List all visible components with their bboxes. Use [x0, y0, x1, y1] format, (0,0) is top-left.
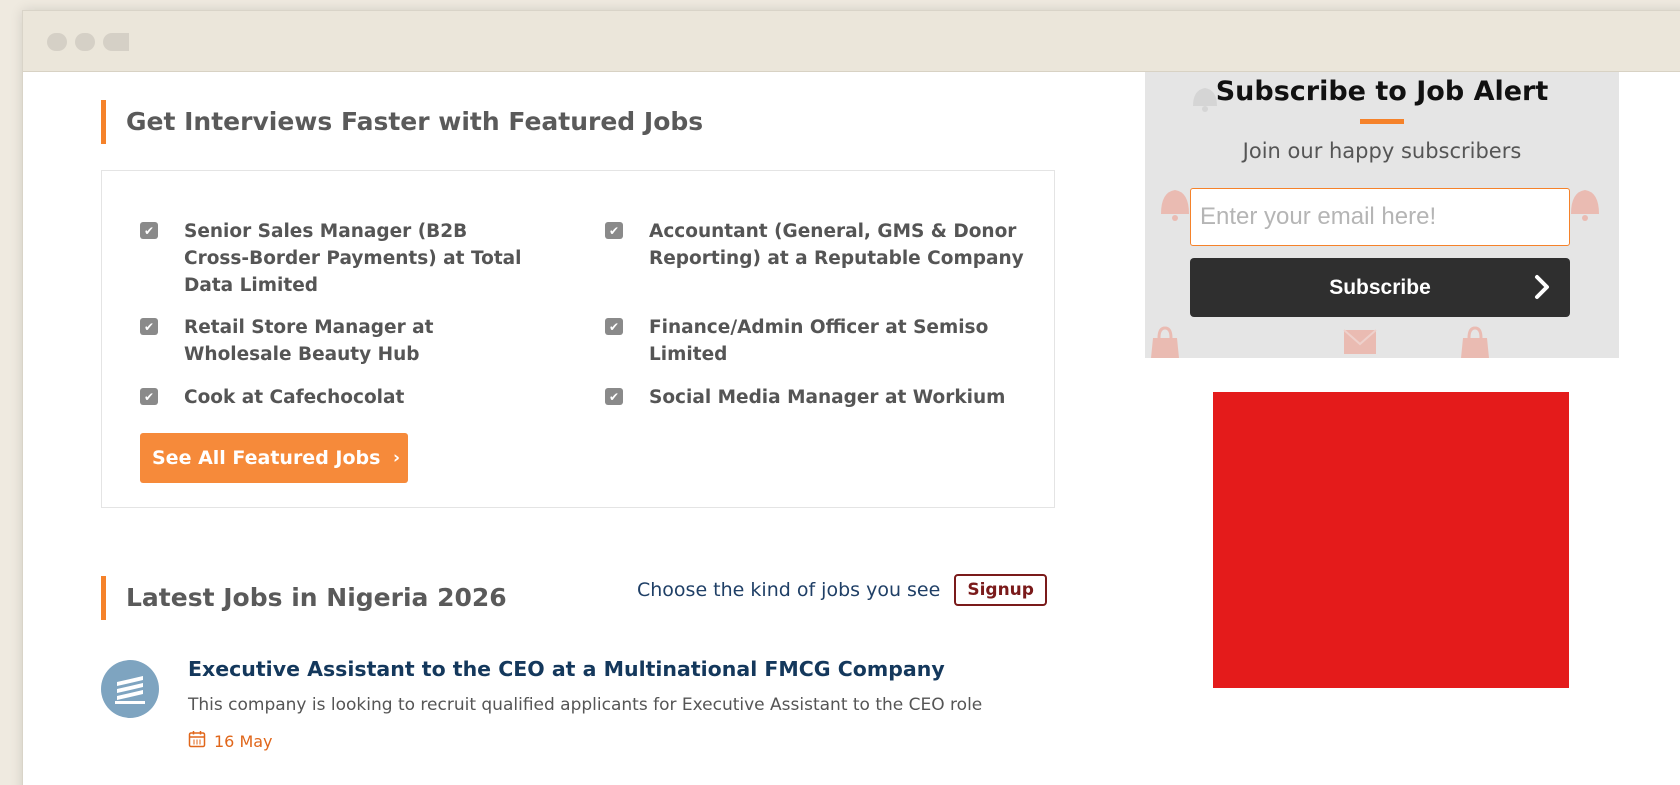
browser-window: Get Interviews Faster with Featured Jobs…: [22, 10, 1680, 785]
featured-job-label: Cook at Cafechocolat: [184, 387, 405, 408]
job-alert-subscribe-panel: Subscribe to Job Alert Join our happy su…: [1145, 72, 1619, 358]
checkbox-checked-icon: ✔: [605, 222, 623, 239]
featured-job-link[interactable]: ✔ Senior Sales Manager (B2B Cross-Border…: [140, 218, 530, 299]
featured-job-link[interactable]: ✔ Social Media Manager at Workium: [605, 384, 1035, 411]
see-all-featured-jobs-button[interactable]: See All Featured Jobs ›: [140, 433, 408, 483]
checkbox-checked-icon: ✔: [605, 318, 623, 335]
checkbox-checked-icon: ✔: [140, 222, 158, 239]
chevron-right-icon: [1535, 275, 1549, 299]
signup-button[interactable]: Signup: [954, 574, 1047, 606]
featured-job-label: Social Media Manager at Workium: [649, 387, 1006, 408]
job-listing-title-link[interactable]: Executive Assistant to the CEO at a Mult…: [188, 657, 945, 681]
subscribe-button[interactable]: Subscribe: [1190, 258, 1570, 317]
subscribe-button-label: Subscribe: [1329, 276, 1431, 299]
window-controls: [47, 33, 129, 51]
featured-job-label: Accountant (General, GMS & Donor Reporti…: [649, 221, 1024, 269]
job-preferences-prompt: Choose the kind of jobs you see Signup: [637, 573, 1047, 607]
featured-job-label: Senior Sales Manager (B2B Cross-Border P…: [184, 221, 522, 296]
checkbox-checked-icon: ✔: [140, 388, 158, 405]
bag-icon: [1151, 326, 1179, 358]
subscribe-title: Subscribe to Job Alert: [1215, 76, 1549, 107]
featured-job-link[interactable]: ✔ Cook at Cafechocolat: [140, 384, 560, 411]
maximize-window-button[interactable]: [103, 33, 129, 51]
envelope-icon: [1343, 329, 1377, 354]
checkbox-checked-icon: ✔: [140, 318, 158, 335]
see-all-label: See All Featured Jobs: [152, 447, 381, 469]
bell-icon: [1571, 190, 1599, 221]
advertisement-banner[interactable]: [1213, 392, 1569, 688]
featured-job-link[interactable]: ✔ Accountant (General, GMS & Donor Repor…: [605, 218, 1025, 272]
email-input[interactable]: [1190, 188, 1570, 246]
featured-jobs-heading: Get Interviews Faster with Featured Jobs: [101, 100, 703, 144]
calendar-icon: [188, 730, 206, 752]
chevron-right-icon: ›: [392, 448, 400, 468]
job-listing-date-text: 16 May: [214, 731, 273, 751]
subscribe-title-underline: [1360, 119, 1404, 124]
subscribe-tagline: Join our happy subscribers: [1242, 139, 1522, 163]
bell-icon: [1161, 190, 1189, 221]
latest-jobs-heading: Latest Jobs in Nigeria 2026: [101, 576, 507, 620]
featured-job-label: Finance/Admin Officer at Semiso Limited: [649, 317, 989, 365]
close-window-button[interactable]: [47, 33, 67, 51]
featured-job-label: Retail Store Manager at Wholesale Beauty…: [184, 317, 434, 365]
minimize-window-button[interactable]: [75, 33, 95, 51]
job-listing-date: 16 May: [188, 730, 273, 752]
window-titlebar: [23, 11, 1680, 72]
featured-job-link[interactable]: ✔ Retail Store Manager at Wholesale Beau…: [140, 314, 540, 368]
featured-jobs-box: ✔ Senior Sales Manager (B2B Cross-Border…: [101, 170, 1055, 508]
bag-icon: [1461, 326, 1489, 358]
job-listing-description: This company is looking to recruit quali…: [188, 695, 983, 715]
building-icon[interactable]: [101, 660, 159, 718]
featured-job-link[interactable]: ✔ Finance/Admin Officer at Semiso Limite…: [605, 314, 1005, 368]
page-content: Get Interviews Faster with Featured Jobs…: [23, 72, 1680, 785]
checkbox-checked-icon: ✔: [605, 388, 623, 405]
choose-jobs-text: Choose the kind of jobs you see: [637, 579, 941, 601]
